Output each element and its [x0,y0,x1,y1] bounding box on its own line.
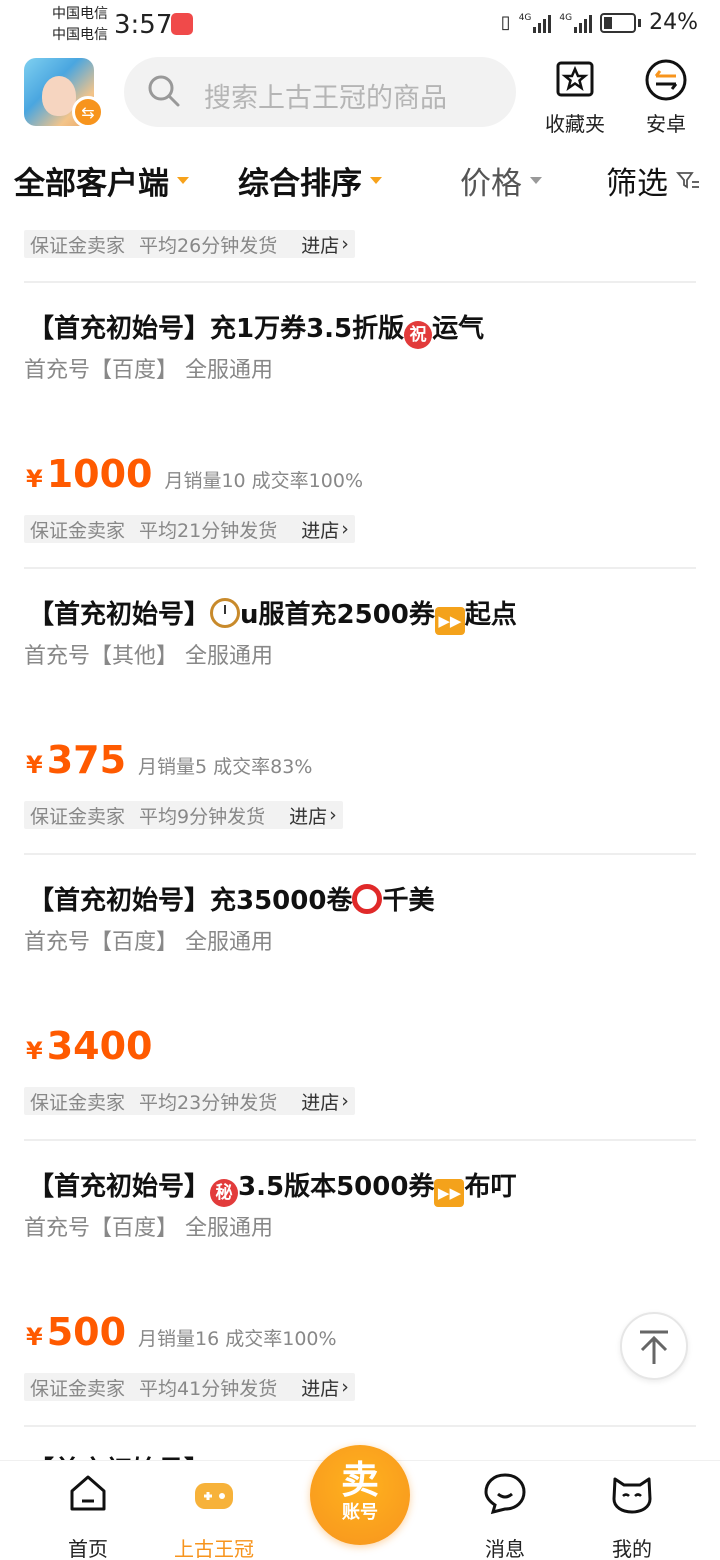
search-icon [148,75,180,107]
fast-forward-emoji-icon: ▶▶ [434,607,465,635]
alarm-clock-emoji-icon [210,598,241,628]
fast-forward-emoji-icon: ▶▶ [434,1179,465,1207]
price-row: ¥ 375 月销量5 成交率83% [26,738,313,782]
tab-game[interactable]: 上古王冠 [164,1471,264,1560]
divider [24,1425,696,1427]
item-title-partial[interactable]: 【首充初始号】 [28,1450,210,1460]
enter-store-link[interactable]: 进店 › [301,1374,349,1401]
item-title: 【首充初始号】充35000卷 千美 [28,884,435,916]
price-row: ¥ 500 月销量16 成交率100% [26,1310,337,1354]
product-list: 保证金卖家 平均26分钟发货 进店 › 【首充初始号】充1万券3.5折版祝运气 首… [0,210,720,1460]
client-filter[interactable]: 全部客户端 [14,158,189,203]
item-subtitle: 首充号【其他】 全服通用 [24,644,273,669]
divider [24,567,696,569]
price-filter[interactable]: 价格 [460,158,542,203]
seller-tagline: 保证金卖家 平均41分钟发货 进店 › [24,1373,355,1401]
chevron-right-icon: › [341,1090,349,1112]
secret-emoji-icon: 秘 [210,1179,239,1207]
home-icon [70,1475,106,1511]
arrow-up-icon [640,1330,668,1364]
tab-mine[interactable]: 我的 [582,1471,682,1560]
seller-tagline: 保证金卖家 平均21分钟发货 进店 › [24,515,355,543]
bottom-tab-bar: 首页 上古王冠 卖 账号 消息 我的 [0,1445,720,1560]
red-circle-emoji-icon [352,884,383,914]
item-title: 【首充初始号】充1万券3.5折版祝运气 [28,308,484,349]
notification-icon [171,13,193,35]
chevron-right-icon: › [341,233,349,255]
item-stats: 月销量5 成交率83% [138,756,313,778]
sell-account-button[interactable]: 卖 账号 [310,1445,410,1545]
item-price: 1000 [46,452,153,496]
item-price: 375 [46,738,127,782]
price-row: ¥ 3400 [26,1024,153,1068]
sort-filter[interactable]: 综合排序 [238,158,382,203]
caret-down-icon [370,177,382,184]
enter-store-link[interactable]: 进店 › [301,1088,349,1115]
status-icons: ▯ 4G 4G 24% [501,10,698,35]
platform-switch-button[interactable]: 安卓 [626,58,706,137]
search-input[interactable]: 搜索上古王冠的商品 [124,57,516,127]
favorites-button[interactable]: 收藏夹 [535,58,615,137]
item-price: 3400 [46,1024,153,1068]
chat-bubble-icon [484,1473,526,1515]
carrier-1: 中国电信 [52,6,108,22]
item-subtitle: 首充号【百度】 全服通用 [24,358,273,383]
carrier-names: 中国电信 中国电信 [52,4,108,46]
item-subtitle: 首充号【百度】 全服通用 [24,930,273,955]
filter-bar: 全部客户端 综合排序 价格 筛选 [0,158,720,208]
tab-home[interactable]: 首页 [38,1471,138,1560]
seller-tagline: 保证金卖家 平均23分钟发货 进店 › [24,1087,355,1115]
caret-down-icon [177,177,189,184]
enter-store-link[interactable]: 进店 › [289,802,337,829]
enter-store-link[interactable]: 进店 › [301,516,349,543]
chevron-right-icon: › [341,1376,349,1398]
seller-tagline: 保证金卖家 平均9分钟发货 进店 › [24,801,343,829]
filter-icon [676,171,699,189]
game-avatar[interactable]: ⇆ [24,58,104,128]
item-subtitle: 首充号【百度】 全服通用 [24,1216,273,1241]
item-title: 【首充初始号】秘 3.5版本5000券 ▶▶ 布叮 [28,1166,516,1207]
signal-icon-1: 4G [519,13,552,33]
switch-game-icon[interactable]: ⇆ [72,96,104,128]
status-bar: 中国电信 中国电信 3:57 ▯ 4G 4G 24% [0,0,720,50]
platform-label: 安卓 [646,112,686,136]
battery-percent: 24% [649,10,698,35]
battery-icon [600,12,637,33]
swap-circle-icon [645,59,687,101]
back-to-top-button[interactable] [620,1312,688,1380]
divider [24,281,696,283]
chevron-right-icon: › [329,804,337,826]
signal-icon-2: 4G [559,13,593,33]
price-row: ¥ 1000 月销量10 成交率100% [26,452,364,496]
tab-messages[interactable]: 消息 [455,1471,555,1560]
blessing-emoji-icon: 祝 [404,321,433,349]
item-title: 【首充初始号】 u服首充2500券 ▶▶ 起点 [28,594,517,635]
item-stats: 月销量10 成交率100% [164,470,364,492]
status-time: 3:57 [114,10,173,40]
favorites-label: 收藏夹 [545,112,605,136]
chevron-right-icon: › [341,518,349,540]
star-folder-icon [556,61,594,97]
caret-down-icon [530,177,542,184]
enter-store-link[interactable]: 进店 › [301,231,349,258]
divider [24,1139,696,1141]
vibrate-icon: ▯ [500,12,511,33]
divider [24,853,696,855]
item-stats: 月销量16 成交率100% [138,1328,337,1350]
gamepad-icon [195,1483,233,1509]
item-price: 500 [46,1310,127,1354]
seller-tagline: 保证金卖家 平均26分钟发货 进店 › [24,230,355,258]
carrier-2: 中国电信 [52,27,108,43]
cat-face-icon [612,1477,652,1514]
search-placeholder: 搜索上古王冠的商品 [204,83,447,114]
advanced-filter[interactable]: 筛选 [606,158,700,203]
